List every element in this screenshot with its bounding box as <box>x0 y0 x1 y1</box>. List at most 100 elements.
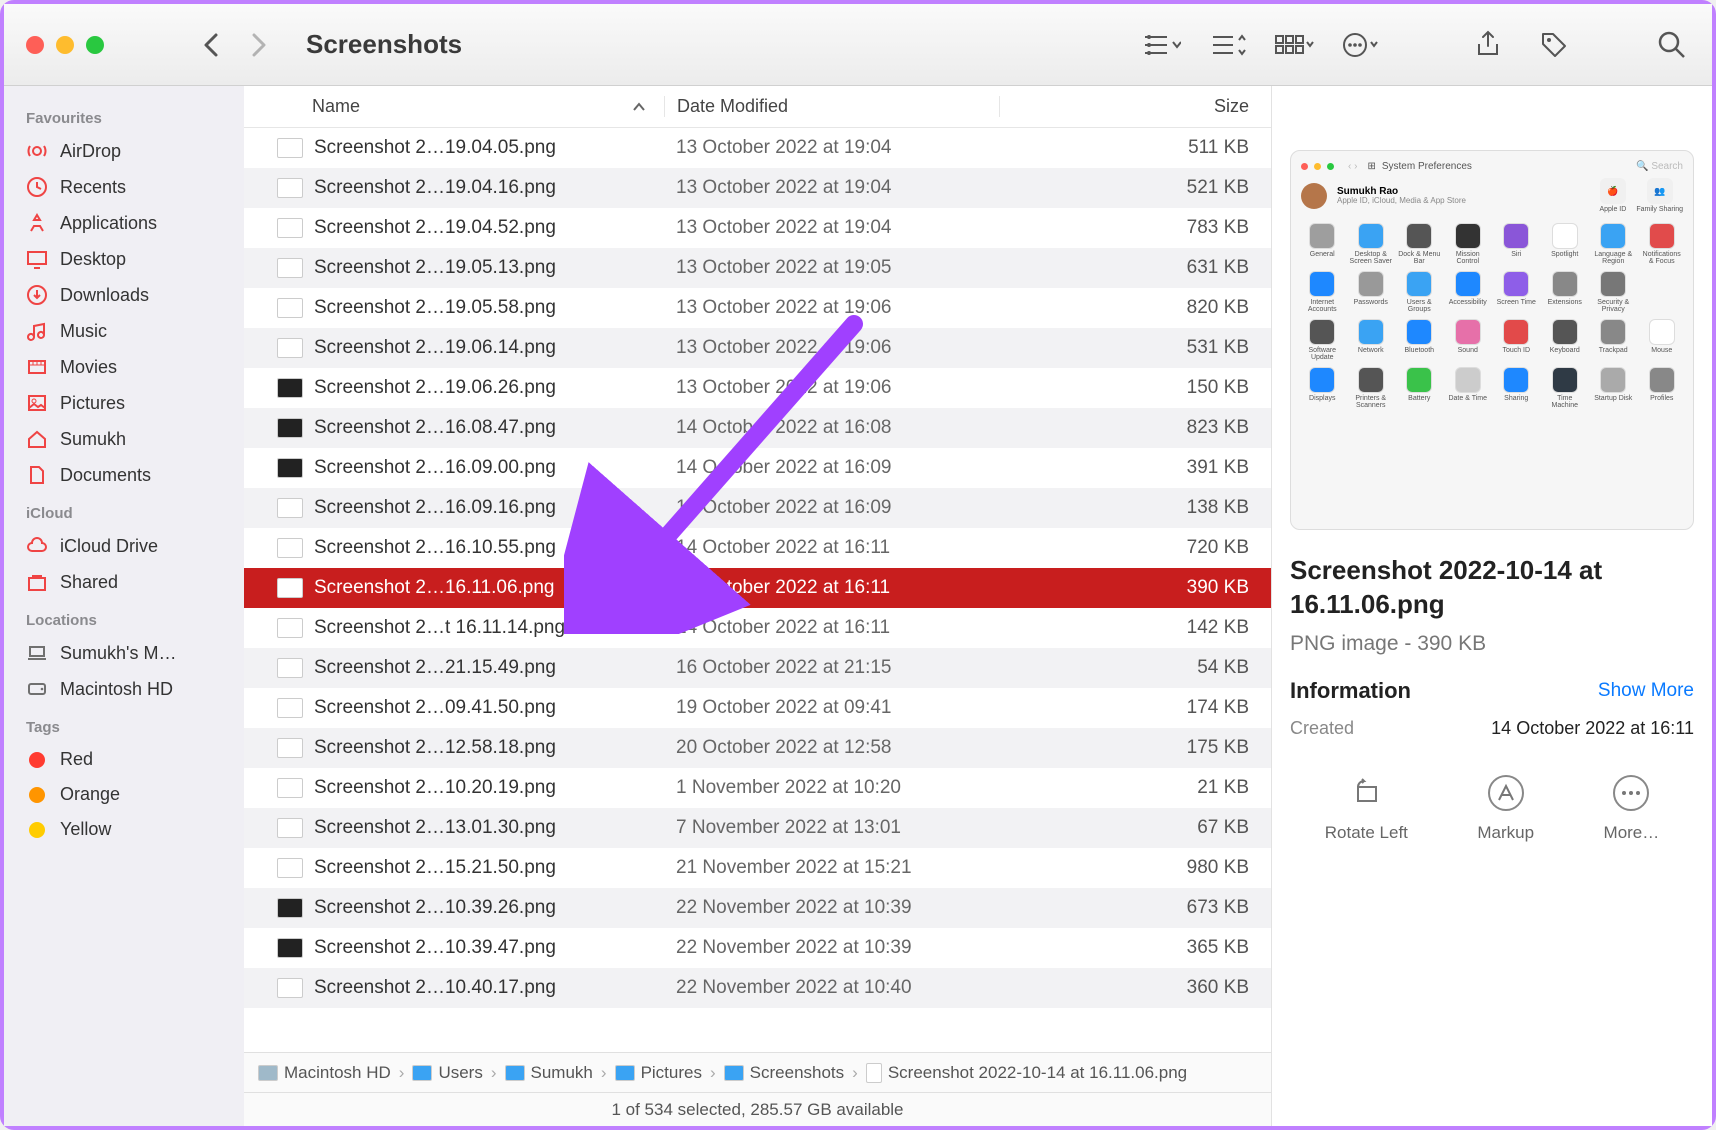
file-row[interactable]: Screenshot 2…19.04.52.png 13 October 202… <box>244 208 1271 248</box>
column-name[interactable]: Name <box>244 96 664 117</box>
file-thumbnail-icon <box>274 458 306 478</box>
sidebar-item-orange[interactable]: Orange <box>14 777 234 812</box>
file-row[interactable]: Screenshot 2…19.06.14.png 13 October 202… <box>244 328 1271 368</box>
sidebar-item-documents[interactable]: Documents <box>14 457 234 493</box>
file-row[interactable]: Screenshot 2…15.21.50.png 21 November 20… <box>244 848 1271 888</box>
file-size: 783 KB <box>999 217 1271 239</box>
markup-action[interactable]: Markup <box>1477 775 1534 843</box>
file-row[interactable]: Screenshot 2…10.40.17.png 22 November 20… <box>244 968 1271 1008</box>
search-icon[interactable] <box>1650 23 1694 67</box>
window-title: Screenshots <box>306 29 462 60</box>
path-crumb[interactable]: Users <box>412 1063 482 1083</box>
desktop-icon <box>26 248 48 270</box>
back-button[interactable] <box>202 31 222 59</box>
file-thumbnail-icon <box>274 378 306 398</box>
file-thumbnail-icon <box>274 738 306 758</box>
path-crumb[interactable]: Macintosh HD <box>258 1063 391 1083</box>
view-list-options-icon[interactable] <box>1140 23 1184 67</box>
sidebar-item-music[interactable]: Music <box>14 313 234 349</box>
tag-dot-icon <box>29 822 45 838</box>
file-row[interactable]: Screenshot 2…19.04.16.png 13 October 202… <box>244 168 1271 208</box>
folder-icon <box>412 1065 432 1081</box>
fullscreen-window-button[interactable] <box>86 36 104 54</box>
file-row[interactable]: Screenshot 2…19.06.26.png 13 October 202… <box>244 368 1271 408</box>
path-crumb-label: Screenshots <box>750 1063 845 1083</box>
sidebar-item-downloads[interactable]: Downloads <box>14 277 234 313</box>
folder-icon <box>724 1065 744 1081</box>
file-row[interactable]: Screenshot 2…10.39.26.png 22 November 20… <box>244 888 1271 928</box>
path-crumb[interactable]: Pictures <box>615 1063 702 1083</box>
sidebar-item-icloud-drive[interactable]: iCloud Drive <box>14 528 234 564</box>
file-row[interactable]: Screenshot 2…16.10.55.png 14 October 202… <box>244 528 1271 568</box>
sidebar-item-label: Red <box>60 749 93 770</box>
sidebar-item-label: Downloads <box>60 285 149 306</box>
laptop-icon <box>26 642 48 664</box>
sidebar-item-airdrop[interactable]: AirDrop <box>14 133 234 169</box>
view-sort-icon[interactable] <box>1206 23 1250 67</box>
file-row[interactable]: Screenshot 2…13.01.30.png 7 November 202… <box>244 808 1271 848</box>
music-icon <box>26 320 48 342</box>
sidebar: FavouritesAirDropRecentsApplicationsDesk… <box>4 86 244 1126</box>
file-date: 19 October 2022 at 09:41 <box>664 697 999 719</box>
file-row[interactable]: Screenshot 2…19.05.13.png 13 October 202… <box>244 248 1271 288</box>
file-row[interactable]: Screenshot 2…16.09.16.png 14 October 202… <box>244 488 1271 528</box>
file-row[interactable]: Screenshot 2…19.04.05.png 13 October 202… <box>244 128 1271 168</box>
file-row[interactable]: Screenshot 2…t 16.11.14.png 14 October 2… <box>244 608 1271 648</box>
column-date[interactable]: Date Modified <box>664 96 999 117</box>
status-bar: 1 of 534 selected, 285.57 GB available <box>244 1092 1271 1126</box>
file-date: 22 November 2022 at 10:39 <box>664 937 999 959</box>
sidebar-item-applications[interactable]: Applications <box>14 205 234 241</box>
file-thumbnail-icon <box>274 178 306 198</box>
tag-icon[interactable] <box>1532 23 1576 67</box>
path-crumb[interactable]: Screenshots <box>724 1063 845 1083</box>
window-controls <box>26 36 104 54</box>
file-row[interactable]: Screenshot 2…16.09.00.png 14 October 202… <box>244 448 1271 488</box>
file-row[interactable]: Screenshot 2…21.15.49.png 16 October 202… <box>244 648 1271 688</box>
close-window-button[interactable] <box>26 36 44 54</box>
file-name: Screenshot 2…16.09.00.png <box>314 457 664 479</box>
file-row[interactable]: Screenshot 2…10.39.47.png 22 November 20… <box>244 928 1271 968</box>
path-bar[interactable]: Macintosh HD›Users›Sumukh›Pictures›Scree… <box>244 1052 1271 1092</box>
action-menu-icon[interactable] <box>1338 23 1382 67</box>
view-group-icon[interactable] <box>1272 23 1316 67</box>
more-action[interactable]: More… <box>1604 775 1660 843</box>
file-date: 14 October 2022 at 16:08 <box>664 417 999 439</box>
file-row[interactable]: Screenshot 2…10.20.19.png 1 November 202… <box>244 768 1271 808</box>
file-preview: ‹ › ⊞ System Preferences 🔍 Search Sumukh… <box>1290 150 1694 530</box>
file-thumbnail-icon <box>274 538 306 558</box>
sidebar-item-shared[interactable]: Shared <box>14 564 234 600</box>
sidebar-item-sumukh[interactable]: Sumukh <box>14 421 234 457</box>
sidebar-item-label: AirDrop <box>60 141 121 162</box>
file-row[interactable]: Screenshot 2…19.05.58.png 13 October 202… <box>244 288 1271 328</box>
minimize-window-button[interactable] <box>56 36 74 54</box>
rotate-left-action[interactable]: Rotate Left <box>1325 775 1408 843</box>
path-crumb[interactable]: Sumukh <box>505 1063 593 1083</box>
sidebar-item-recents[interactable]: Recents <box>14 169 234 205</box>
tag-dot-icon <box>29 787 45 803</box>
forward-button[interactable] <box>248 31 268 59</box>
file-list[interactable]: Screenshot 2…19.04.05.png 13 October 202… <box>244 128 1271 1052</box>
sidebar-item-yellow[interactable]: Yellow <box>14 812 234 847</box>
sidebar-item-label: Sumukh <box>60 429 126 450</box>
file-name: Screenshot 2…10.20.19.png <box>314 777 664 799</box>
file-name: Screenshot 2…16.09.16.png <box>314 497 664 519</box>
share-icon[interactable] <box>1466 23 1510 67</box>
sidebar-item-sumukh-s-m-[interactable]: Sumukh's M… <box>14 635 234 671</box>
file-row[interactable]: Screenshot 2…12.58.18.png 20 October 202… <box>244 728 1271 768</box>
file-size: 21 KB <box>999 777 1271 799</box>
file-row[interactable]: Screenshot 2…16.08.47.png 14 October 202… <box>244 408 1271 448</box>
path-crumb-label: Users <box>438 1063 482 1083</box>
sidebar-item-red[interactable]: Red <box>14 742 234 777</box>
column-size[interactable]: Size <box>999 96 1271 117</box>
file-name: Screenshot 2…t 16.11.14.png <box>314 617 664 639</box>
sidebar-item-macintosh-hd[interactable]: Macintosh HD <box>14 671 234 707</box>
home-icon <box>26 428 48 450</box>
file-row[interactable]: Screenshot 2…16.11.06.png 14 October 202… <box>244 568 1271 608</box>
file-row[interactable]: Screenshot 2…09.41.50.png 19 October 202… <box>244 688 1271 728</box>
path-crumb[interactable]: Screenshot 2022-10-14 at 16.11.06.png <box>866 1063 1187 1083</box>
show-more-link[interactable]: Show More <box>1598 680 1694 702</box>
file-date: 13 October 2022 at 19:04 <box>664 177 999 199</box>
sidebar-item-pictures[interactable]: Pictures <box>14 385 234 421</box>
sidebar-item-desktop[interactable]: Desktop <box>14 241 234 277</box>
sidebar-item-movies[interactable]: Movies <box>14 349 234 385</box>
